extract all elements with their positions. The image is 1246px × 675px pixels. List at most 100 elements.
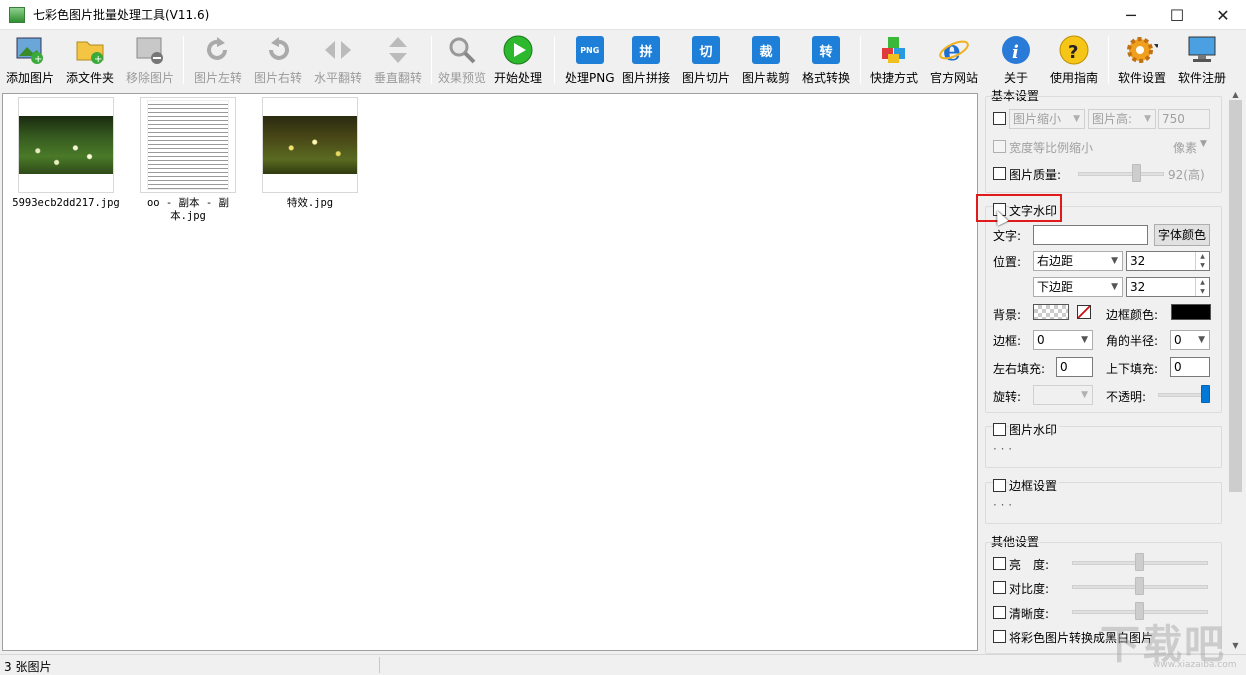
- add-folder-button[interactable]: + 添文件夹: [66, 34, 114, 88]
- info-icon: i: [1000, 34, 1032, 66]
- start-processing-button[interactable]: 开始处理: [494, 34, 542, 88]
- website-button[interactable]: e 官方网站: [930, 34, 978, 88]
- opacity-label: 不透明:: [1106, 390, 1147, 404]
- add-image-label: 添加图片: [6, 71, 55, 85]
- background-color-swatch[interactable]: [1033, 304, 1069, 320]
- cubes-icon: [878, 34, 910, 66]
- sharpness-label: 清晰度:: [1009, 607, 1050, 621]
- spinner-icon[interactable]: ▲ ▼: [1195, 278, 1209, 296]
- watermark-text-input[interactable]: [1033, 225, 1148, 245]
- thumbnail-image: [263, 116, 357, 174]
- image-crop-label: 图片裁剪: [742, 71, 791, 85]
- svg-text:i: i: [1012, 42, 1019, 63]
- resize-mode-select[interactable]: 图片缩小 ▼: [1009, 109, 1085, 129]
- clear-background-icon[interactable]: [1077, 305, 1091, 319]
- svg-text:+: +: [34, 54, 42, 65]
- sharpness-checkbox[interactable]: [993, 606, 1006, 619]
- rotate-left-label: 图片左转: [194, 71, 243, 85]
- svg-text:e: e: [943, 34, 961, 66]
- rotate-right-icon: [262, 34, 294, 66]
- quality-value: 92(高): [1168, 168, 1205, 182]
- image-list[interactable]: 5993ecb2dd217.jpg oo - 副本 - 副本.jpg 特效.jp…: [2, 93, 978, 651]
- resize-checkbox[interactable]: [993, 112, 1006, 125]
- preview-button[interactable]: 效果预览: [438, 34, 486, 88]
- toolbar-separator: [1108, 36, 1109, 84]
- scroll-thumb[interactable]: [1229, 100, 1242, 492]
- proportional-checkbox[interactable]: [993, 140, 1006, 153]
- height-select[interactable]: 图片高: ▼: [1088, 109, 1156, 129]
- folder-add-icon: +: [74, 34, 106, 66]
- border-width-select[interactable]: 0 ▼: [1033, 330, 1093, 350]
- image-stitch-button[interactable]: 拼 图片拼接: [622, 34, 670, 88]
- format-convert-button[interactable]: 转 格式转换: [802, 34, 850, 88]
- close-button[interactable]: ✕: [1200, 0, 1246, 30]
- thumbnail-2[interactable]: [140, 97, 236, 193]
- settings-button[interactable]: 软件设置: [1118, 34, 1166, 88]
- brightness-checkbox[interactable]: [993, 557, 1006, 570]
- quality-slider-thumb[interactable]: [1132, 164, 1141, 182]
- grayscale-checkbox[interactable]: [993, 630, 1006, 643]
- tb-padding-input[interactable]: 0: [1170, 357, 1210, 377]
- proportional-label: 宽度等比例缩小: [1009, 141, 1094, 155]
- position-label: 位置:: [993, 255, 1022, 269]
- rotate-right-button[interactable]: 图片右转: [254, 34, 302, 88]
- quality-label: 图片质量:: [1009, 168, 1062, 182]
- website-label: 官方网站: [930, 71, 979, 85]
- quality-slider-track[interactable]: [1078, 172, 1164, 176]
- add-folder-label: 添文件夹: [66, 71, 115, 85]
- shortcut-button[interactable]: 快捷方式: [870, 34, 918, 88]
- maximize-button[interactable]: ☐: [1154, 0, 1200, 30]
- image-slice-button[interactable]: 切 图片切片: [682, 34, 730, 88]
- flip-vertical-button[interactable]: 垂直翻转: [374, 34, 422, 88]
- quality-checkbox[interactable]: [993, 167, 1006, 180]
- flip-horizontal-label: 水平翻转: [314, 71, 363, 85]
- horizontal-margin-input[interactable]: 32 ▲ ▼: [1126, 251, 1210, 271]
- process-png-button[interactable]: PNG 处理PNG: [565, 34, 615, 88]
- frame-settings-checkbox[interactable]: [993, 479, 1006, 492]
- spinner-icon[interactable]: ▲ ▼: [1195, 252, 1209, 270]
- add-image-button[interactable]: + 添加图片: [6, 34, 54, 88]
- window-title: 七彩色图片批量处理工具(V11.6): [33, 8, 210, 22]
- play-icon: [502, 34, 534, 66]
- image-watermark-collapsed[interactable]: · · ·: [993, 442, 1012, 456]
- image-crop-button[interactable]: 裁 图片裁剪: [742, 34, 790, 88]
- corner-radius-label: 角的半径:: [1106, 334, 1159, 348]
- border-color-swatch[interactable]: [1171, 304, 1211, 320]
- scroll-down-icon[interactable]: ▼: [1228, 638, 1243, 652]
- opacity-slider-thumb[interactable]: [1201, 385, 1210, 403]
- rotate-left-button[interactable]: 图片左转: [194, 34, 242, 88]
- remove-image-label: 移除图片: [126, 71, 175, 85]
- horizontal-position-select[interactable]: 右边距 ▼: [1033, 251, 1123, 271]
- text-label: 文字:: [993, 229, 1022, 243]
- guide-button[interactable]: ? 使用指南: [1050, 34, 1098, 88]
- frame-settings-collapsed[interactable]: · · ·: [993, 498, 1012, 512]
- convert-icon: 转: [812, 36, 840, 64]
- scroll-up-icon[interactable]: ▲: [1228, 87, 1243, 101]
- settings-panel: 基本设置 图片缩小 ▼ 图片高: ▼ 750 宽度等比例缩小 像素 ▼ 图片质量: …: [982, 86, 1226, 654]
- lr-padding-input[interactable]: 0: [1056, 357, 1093, 377]
- rotate-select[interactable]: ▼: [1033, 385, 1093, 405]
- flip-horizontal-button[interactable]: 水平翻转: [314, 34, 362, 88]
- thumbnail-1[interactable]: [18, 97, 114, 193]
- contrast-slider-thumb[interactable]: [1135, 577, 1144, 595]
- vertical-position-select[interactable]: 下边距 ▼: [1033, 277, 1123, 297]
- remove-image-button[interactable]: 移除图片: [126, 34, 174, 88]
- vertical-margin-input[interactable]: 32 ▲ ▼: [1126, 277, 1210, 297]
- image-watermark-label: 图片水印: [1009, 421, 1060, 438]
- contrast-checkbox[interactable]: [993, 581, 1006, 594]
- image-stitch-label: 图片拼接: [622, 71, 671, 85]
- brightness-slider-thumb[interactable]: [1135, 553, 1144, 571]
- thumbnail-3[interactable]: [262, 97, 358, 193]
- guide-label: 使用指南: [1050, 71, 1099, 85]
- corner-radius-select[interactable]: 0 ▼: [1170, 330, 1210, 350]
- process-png-label: 处理PNG: [565, 71, 615, 85]
- about-button[interactable]: i 关于: [1000, 34, 1032, 88]
- minimize-button[interactable]: ─: [1108, 0, 1154, 30]
- unit-select[interactable]: 像素: [1173, 139, 1197, 156]
- height-input[interactable]: 750: [1158, 109, 1210, 129]
- font-color-button[interactable]: 字体颜色: [1154, 224, 1210, 246]
- app-icon: [9, 6, 25, 23]
- register-button[interactable]: 软件注册: [1178, 34, 1226, 88]
- image-watermark-checkbox[interactable]: [993, 423, 1006, 436]
- site-watermark-url: www.xiazaiba.com: [1153, 660, 1237, 670]
